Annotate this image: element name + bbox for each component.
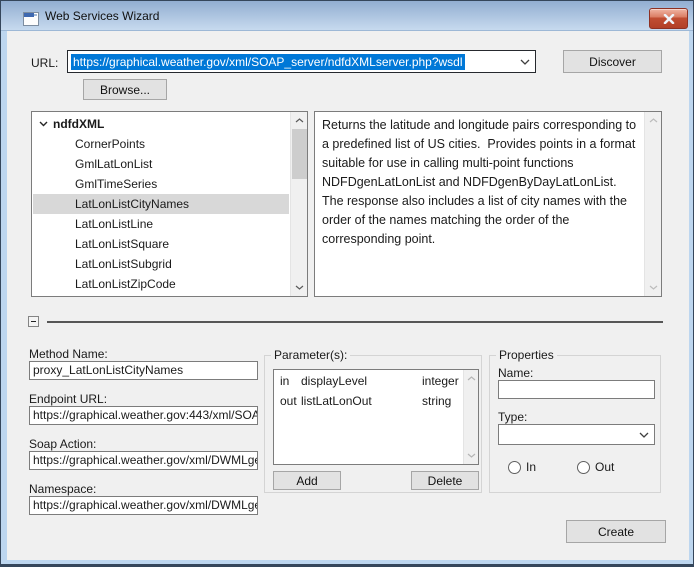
scroll-up-icon[interactable]: [291, 112, 308, 129]
parameter-row[interactable]: in displayLevel integer: [275, 372, 462, 392]
tree-item[interactable]: CornerPoints: [33, 134, 289, 154]
tree-item-label: GmlTimeSeries: [75, 177, 157, 191]
radio-circle-icon: [577, 461, 590, 474]
property-name-label: Name:: [498, 366, 533, 380]
url-label: URL:: [31, 56, 58, 70]
discover-button[interactable]: Discover: [563, 50, 662, 73]
collapse-toggle[interactable]: [28, 316, 39, 327]
tree-item[interactable]: LatLonListLine: [33, 214, 289, 234]
endpoint-url-label: Endpoint URL:: [29, 392, 107, 406]
property-type-combobox[interactable]: [498, 424, 655, 445]
namespace-field[interactable]: https://graphical.weather.gov/xml/DWMLge: [29, 496, 258, 515]
radio-in-label: In: [526, 460, 536, 474]
tree-root-label: ndfdXML: [53, 117, 104, 131]
radio-in[interactable]: In: [508, 460, 536, 474]
tree-expander-icon[interactable]: [39, 119, 48, 128]
soap-action-label: Soap Action:: [29, 437, 96, 451]
parameters-list[interactable]: in displayLevel integer out listLatLonOu…: [273, 369, 479, 465]
tree-item-label: LatLonListLine: [75, 217, 153, 231]
property-name-field[interactable]: [498, 380, 655, 399]
method-description-box[interactable]: Returns the latitude and longitude pairs…: [314, 111, 662, 297]
tree-item-label: LatLonListZipCode: [75, 277, 176, 291]
method-description-text: Returns the latitude and longitude pairs…: [322, 116, 639, 249]
tree-item[interactable]: LatLonListSubgrid: [33, 254, 289, 274]
url-value: https://graphical.weather.gov/xml/SOAP_s…: [71, 54, 465, 70]
parameters-group: Parameter(s): in displayLevel integer ou…: [264, 355, 482, 493]
create-button[interactable]: Create: [566, 520, 666, 543]
tree-item-label: LatLonListSubgrid: [75, 257, 172, 271]
scroll-up-icon: [464, 370, 479, 387]
close-icon: [663, 14, 675, 24]
chevron-down-icon: [639, 432, 649, 438]
properties-group: Properties Name: Type: In Out: [489, 355, 661, 493]
tree-item-label: LatLonListSquare: [75, 237, 169, 251]
method-tree[interactable]: ndfdXML CornerPoints GmlLatLonList GmlTi…: [31, 111, 308, 297]
type-dropdown-button[interactable]: [633, 425, 654, 444]
tree-item[interactable]: LatLonListSquare: [33, 234, 289, 254]
url-combobox[interactable]: https://graphical.weather.gov/xml/SOAP_s…: [67, 50, 536, 73]
radio-circle-icon: [508, 461, 521, 474]
property-type-label: Type:: [498, 410, 527, 424]
parameter-row[interactable]: out listLatLonOut string: [275, 392, 462, 412]
tree-item[interactable]: GmlTimeSeries: [33, 174, 289, 194]
chevron-down-icon: [520, 59, 530, 65]
param-direction: out: [280, 394, 297, 408]
window-title: Web Services Wizard: [45, 1, 159, 31]
param-type: string: [422, 394, 451, 408]
scroll-down-icon: [645, 279, 662, 296]
tree-item-label: LatLonListCityNames: [75, 197, 189, 211]
namespace-label: Namespace:: [29, 482, 96, 496]
scroll-down-icon[interactable]: [291, 279, 308, 296]
param-type: integer: [422, 374, 459, 388]
tree-scrollbar[interactable]: [290, 112, 307, 296]
tree-item-label: CornerPoints: [75, 137, 145, 151]
browse-button[interactable]: Browse...: [83, 79, 167, 100]
tree-item[interactable]: GmlLatLonList: [33, 154, 289, 174]
endpoint-url-field[interactable]: https://graphical.weather.gov:443/xml/SO…: [29, 406, 258, 425]
tree-scrollbar-thumb[interactable]: [292, 129, 307, 179]
method-name-field[interactable]: proxy_LatLonListCityNames: [29, 361, 258, 380]
radio-out[interactable]: Out: [577, 460, 614, 474]
properties-group-label: Properties: [496, 348, 557, 362]
param-name: listLatLonOut: [301, 394, 372, 408]
tree-item[interactable]: NDFDgen: [33, 294, 289, 297]
scroll-down-icon: [464, 447, 479, 464]
web-services-wizard-dialog: Web Services Wizard URL: https://graphic…: [0, 0, 694, 567]
param-direction: in: [280, 374, 289, 388]
tree-item[interactable]: LatLonListZipCode: [33, 274, 289, 294]
tree-item-label: GmlLatLonList: [75, 157, 152, 171]
parameters-scrollbar[interactable]: [463, 370, 478, 464]
scroll-up-icon: [645, 112, 662, 129]
param-name: displayLevel: [301, 374, 367, 388]
app-window-icon: [23, 12, 39, 26]
soap-action-field[interactable]: https://graphical.weather.gov/xml/DWMLge: [29, 451, 258, 470]
parameters-group-label: Parameter(s):: [271, 348, 350, 362]
description-scrollbar[interactable]: [644, 112, 661, 296]
section-divider: [47, 321, 663, 323]
url-dropdown-button[interactable]: [514, 51, 535, 72]
close-button[interactable]: [649, 8, 688, 29]
tree-item-selected[interactable]: LatLonListCityNames: [33, 194, 289, 214]
radio-out-label: Out: [595, 460, 614, 474]
titlebar[interactable]: Web Services Wizard: [1, 1, 693, 31]
delete-parameter-button[interactable]: Delete: [411, 471, 479, 490]
add-parameter-button[interactable]: Add: [273, 471, 341, 490]
tree-root-row[interactable]: ndfdXML: [33, 114, 289, 134]
method-name-label: Method Name:: [29, 347, 108, 361]
